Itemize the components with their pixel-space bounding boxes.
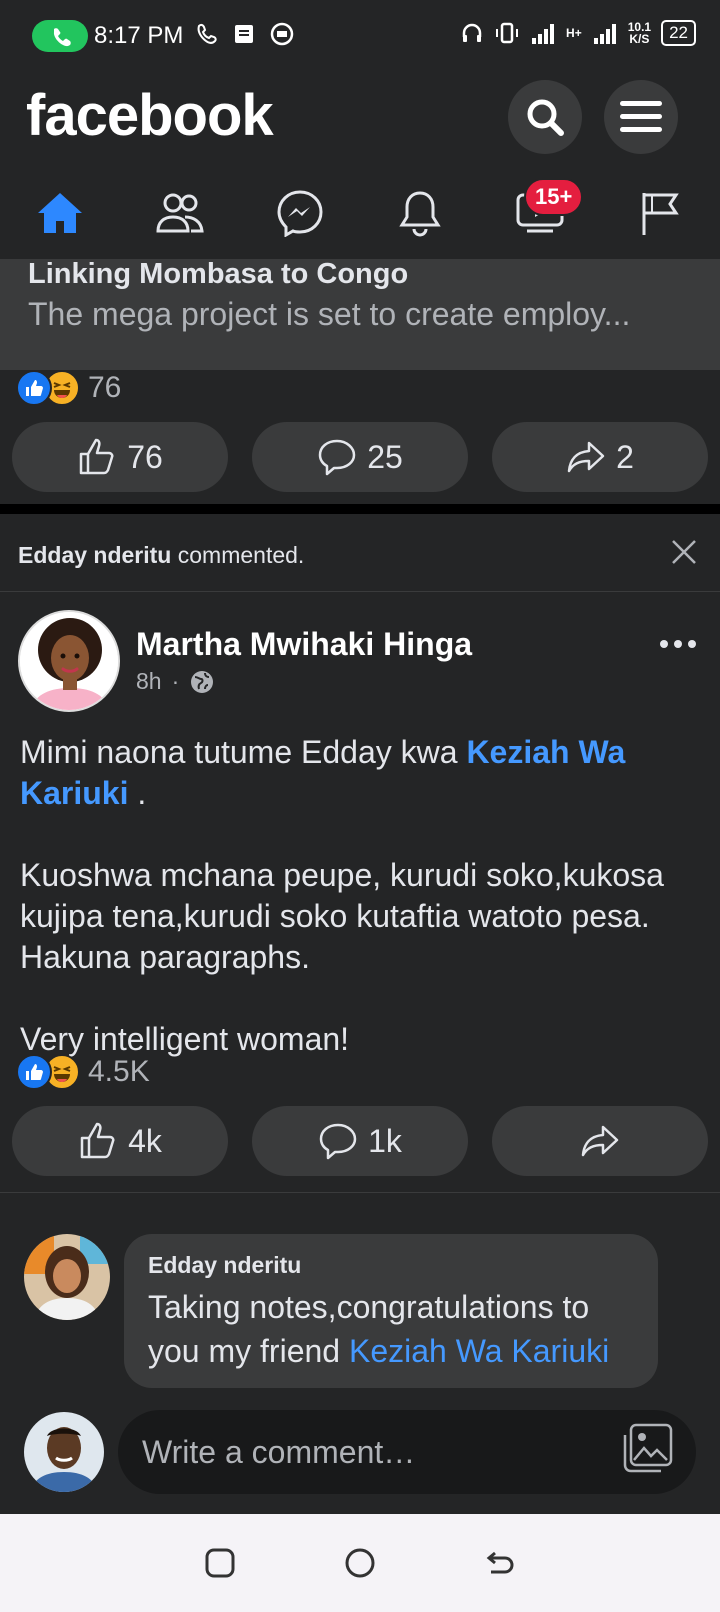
headphones-icon (462, 23, 482, 42)
dot-icon (688, 640, 696, 648)
link-preview-card[interactable]: Linking Mombasa to Congo The mega projec… (0, 260, 720, 370)
comment-text: Taking notes,congratulations to you my f… (148, 1285, 634, 1373)
dot-icon (674, 640, 682, 648)
post-meta: 8h · (136, 668, 215, 695)
activity-notice-text: Edday nderitu commented. (18, 542, 304, 569)
notice-actor[interactable]: Edday nderitu (18, 542, 171, 568)
hamburger-icon (620, 101, 662, 132)
message-icon (235, 25, 253, 43)
call-forward-icon (197, 23, 217, 44)
section-separator (0, 1192, 720, 1193)
dot-icon (660, 640, 668, 648)
comment-input[interactable] (118, 1410, 696, 1494)
post-author-name[interactable]: Martha Mwihaki Hinga (136, 626, 472, 663)
comment-icon (319, 1123, 357, 1160)
signal-icon-2 (593, 24, 616, 44)
like-reaction-icon (16, 1054, 52, 1090)
video-notification-badge: 15+ (524, 178, 584, 216)
ongoing-call-pill[interactable] (32, 20, 88, 52)
tab-messenger[interactable] (240, 166, 360, 259)
post1-like-button[interactable]: 76 (12, 422, 228, 492)
close-icon[interactable] (670, 538, 698, 566)
post1-comment-count: 25 (367, 438, 403, 475)
post-options-button[interactable] (660, 640, 696, 648)
status-bar: 8:17 PM H+ 10.1 K/S 22 (0, 0, 720, 72)
avatar-photo (24, 1234, 110, 1320)
author-avatar[interactable] (18, 610, 120, 712)
post1-share-count: 2 (616, 438, 634, 475)
post1-comment-button[interactable]: 25 (252, 422, 468, 492)
facebook-logo[interactable]: facebook (26, 82, 274, 149)
post-text: . (128, 775, 147, 811)
post-time[interactable]: 8h (136, 668, 162, 695)
system-nav-bar (0, 1514, 720, 1612)
meta-separator: · (171, 668, 180, 694)
avatar-illustration (20, 612, 118, 710)
vibrate-icon (496, 22, 519, 44)
feed-divider (0, 504, 720, 514)
app-header: facebook (0, 72, 720, 166)
post2-reaction-count: 4.5K (88, 1055, 150, 1088)
friends-icon (156, 193, 204, 232)
share-icon (581, 1125, 619, 1157)
post-paragraph-1: Mimi naona tutume Edday kwa Keziah Wa Ka… (20, 732, 710, 814)
post1-reaction-count: 76 (88, 371, 122, 404)
menu-button[interactable] (604, 80, 678, 154)
post2-like-button[interactable]: 4k (12, 1106, 228, 1176)
post-paragraph-2: Kuoshwa mchana peupe, kurudi soko,kukosa… (20, 857, 664, 975)
messenger-icon (277, 189, 323, 237)
home-icon (38, 192, 82, 233)
post-text: Mimi naona tutume Edday kwa (20, 734, 467, 770)
recent-apps-icon[interactable] (203, 1546, 237, 1580)
photo-attach-icon[interactable] (622, 1422, 674, 1474)
chat-app-icon (270, 22, 294, 46)
activity-notice: Edday nderitu commented. (0, 516, 720, 592)
main-tabs (0, 166, 720, 260)
battery-indicator: 22 (661, 20, 696, 46)
share-icon (567, 441, 605, 473)
notice-action: commented. (171, 542, 305, 568)
comment-icon (318, 439, 356, 476)
tab-pages[interactable] (600, 166, 720, 259)
post2-comment-button[interactable]: 1k (252, 1106, 468, 1176)
globe-icon (191, 670, 214, 693)
tab-home[interactable] (0, 166, 120, 259)
thumbs-up-icon (79, 438, 114, 475)
flag-icon (642, 192, 679, 235)
comment-tag-link[interactable]: Keziah Wa Kariuki (349, 1333, 609, 1369)
bell-icon (399, 190, 441, 236)
like-reaction-icon (16, 370, 52, 406)
post2-comment-count: 1k (368, 1122, 402, 1159)
phone-icon (53, 28, 71, 47)
search-icon (527, 99, 564, 136)
post1-actions: 76 25 2 (12, 422, 708, 492)
tab-friends[interactable] (120, 166, 240, 259)
tab-notifications[interactable] (360, 166, 480, 259)
home-button-icon[interactable] (343, 1546, 377, 1580)
avatar-photo (24, 1412, 104, 1492)
network-speed: 10.1 K/S (627, 20, 652, 46)
status-time: 8:17 PM (94, 22, 184, 49)
post-body: Mimi naona tutume Edday kwa Keziah Wa Ka… (20, 732, 710, 1101)
back-icon[interactable] (483, 1546, 517, 1580)
post1-reaction-summary[interactable]: 76 (16, 370, 121, 406)
post1-like-count: 76 (127, 438, 163, 475)
link-description: The mega project is set to create employ… (28, 296, 631, 332)
commenter-avatar[interactable] (24, 1234, 110, 1320)
post2-reaction-summary[interactable]: 4.5K (16, 1054, 150, 1090)
link-title: Linking Mombasa to Congo (28, 260, 409, 290)
network-type-label: H+ (566, 26, 582, 40)
comment-author[interactable]: Edday nderitu (148, 1252, 634, 1279)
search-button[interactable] (508, 80, 582, 154)
post1-share-button[interactable]: 2 (492, 422, 708, 492)
signal-icon (532, 24, 555, 44)
post2-actions: 4k 1k (12, 1106, 708, 1176)
thumbs-up-icon (80, 1122, 115, 1159)
post2-share-button[interactable] (492, 1106, 708, 1176)
my-avatar[interactable] (24, 1412, 104, 1492)
post2-like-count: 4k (128, 1122, 162, 1159)
comment-bubble[interactable]: Edday nderitu Taking notes,congratulatio… (124, 1234, 658, 1388)
